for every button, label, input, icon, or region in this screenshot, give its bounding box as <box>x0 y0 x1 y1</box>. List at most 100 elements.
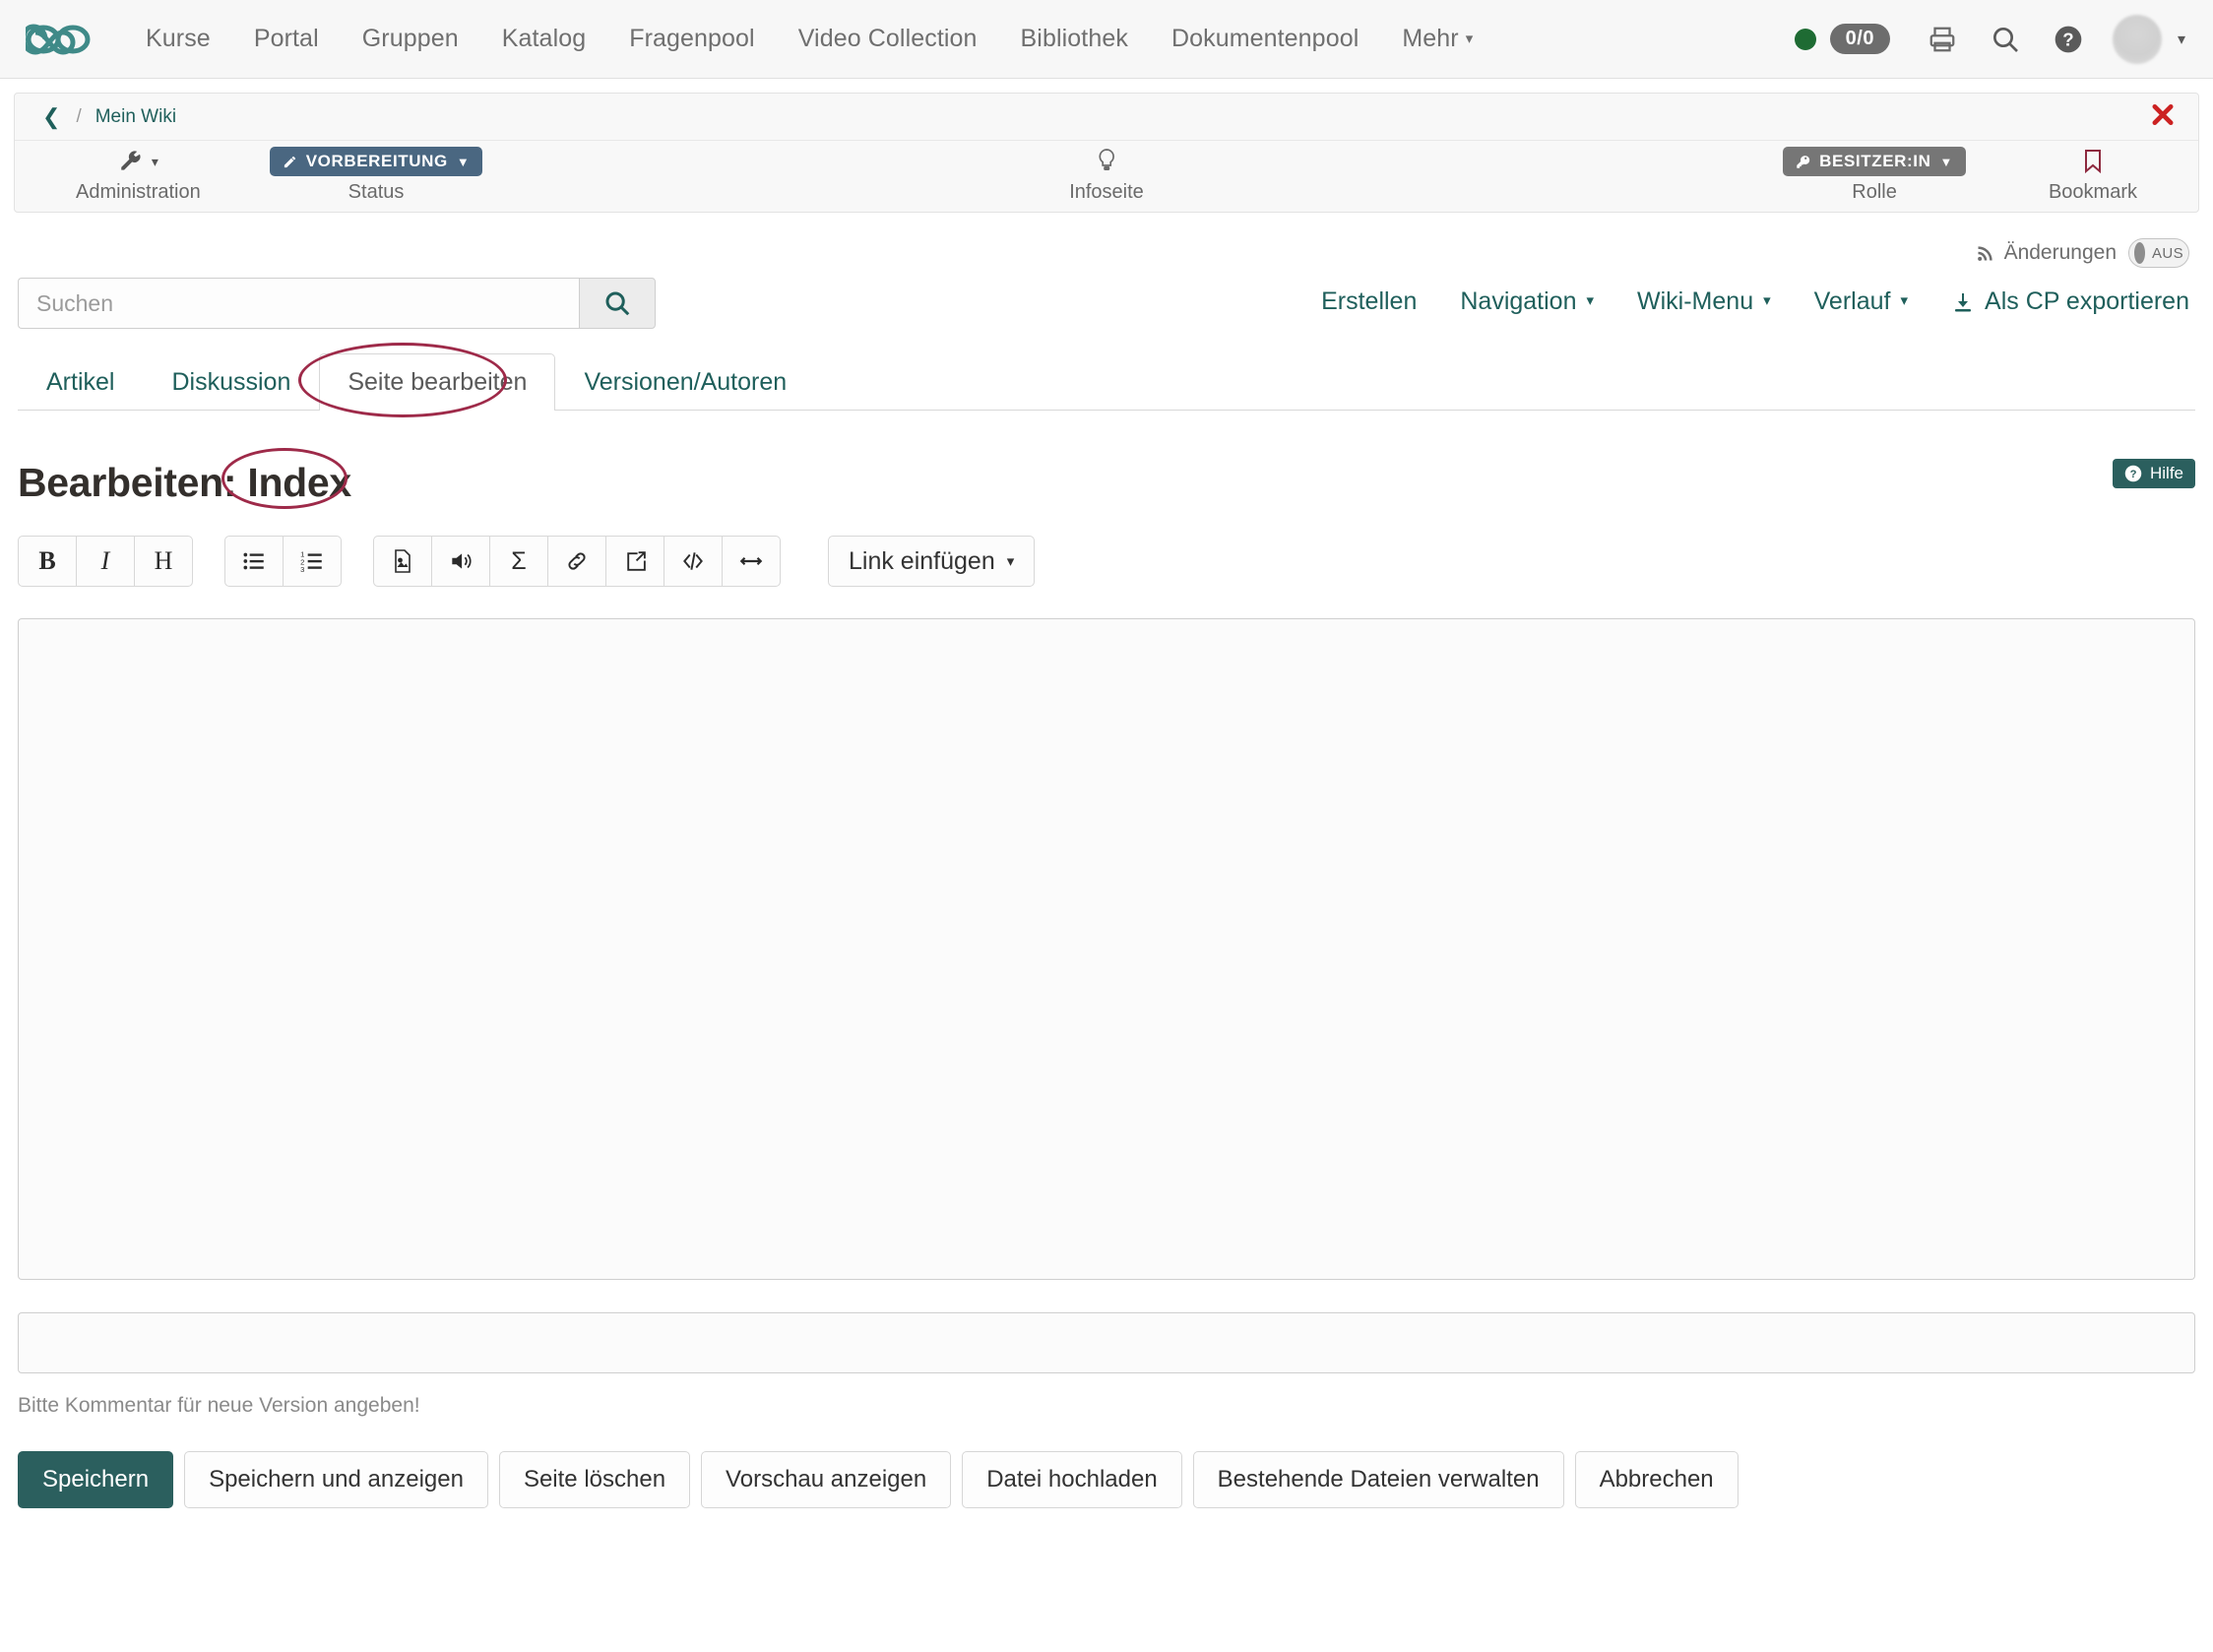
action-navigation[interactable]: Navigation ▾ <box>1438 287 1615 316</box>
help-button[interactable]: ? Hilfe <box>2113 459 2195 488</box>
chevron-down-icon: ▼ <box>457 155 470 169</box>
list-group: 1 2 3 <box>224 536 342 587</box>
changes-subscription-row: Änderungen AUS <box>18 213 2195 278</box>
tab-artikel[interactable]: Artikel <box>18 353 143 411</box>
breadcrumb-separator: / <box>76 106 81 128</box>
svg-text:?: ? <box>2062 29 2073 49</box>
search-icon[interactable] <box>1981 15 2030 64</box>
status-badge[interactable]: VORBEREITUNG ▼ <box>270 147 483 176</box>
changes-toggle[interactable]: AUS <box>2128 238 2189 268</box>
tool-bookmark[interactable]: Bookmark <box>2049 147 2137 204</box>
wiki-content-textarea[interactable] <box>18 618 2195 1280</box>
save-button[interactable]: Speichern <box>18 1451 173 1508</box>
chevron-left-icon[interactable]: ❮ <box>42 104 60 130</box>
page-title: Bearbeiten: Index <box>18 460 351 506</box>
action-erstellen[interactable]: Erstellen <box>1299 287 1438 316</box>
nav-item-kurse[interactable]: Kurse <box>124 25 232 53</box>
insert-formula-button[interactable]: Σ <box>489 536 548 587</box>
nav-item-katalog[interactable]: Katalog <box>480 25 608 53</box>
action-label: Verlauf <box>1814 287 1891 316</box>
bold-button[interactable]: B <box>18 536 77 587</box>
status-badge-wrap: VORBEREITUNG ▼ <box>270 147 483 176</box>
insert-link-button[interactable] <box>547 536 606 587</box>
external-link-button[interactable] <box>605 536 664 587</box>
save-and-show-button[interactable]: Speichern und anzeigen <box>184 1451 488 1508</box>
rss-icon <box>1976 243 1995 263</box>
form-buttons: Speichern Speichern und anzeigen Seite l… <box>18 1451 2195 1548</box>
nav-label: Portal <box>254 25 319 52</box>
italic-button[interactable]: I <box>76 536 135 587</box>
changes-text: Änderungen <box>2004 241 2117 265</box>
breadcrumb-item-mein-wiki[interactable]: Mein Wiki <box>95 106 176 128</box>
chevron-down-icon[interactable]: ▾ <box>2178 30 2185 49</box>
print-icon[interactable] <box>1918 15 1967 64</box>
heading-button[interactable]: H <box>134 536 193 587</box>
delete-page-button[interactable]: Seite löschen <box>499 1451 690 1508</box>
insert-link-dropdown-label: Link einfügen <box>849 547 995 576</box>
toggle-knob <box>2134 242 2145 264</box>
infinity-logo[interactable] <box>22 11 98 68</box>
audio-icon <box>448 548 474 574</box>
download-icon <box>1951 290 1975 314</box>
role-badge-label: BESITZER:IN <box>1819 152 1930 171</box>
search-input[interactable] <box>18 278 579 329</box>
avatar[interactable] <box>2113 15 2162 64</box>
wiki-search <box>18 278 656 329</box>
action-wiki-menu[interactable]: Wiki-Menu ▾ <box>1615 287 1793 316</box>
bookmark-icon <box>2081 147 2105 176</box>
tool-rolle[interactable]: BESITZER:IN ▼ Rolle <box>1783 147 1966 204</box>
status-badge-label: VORBEREITUNG <box>306 152 448 171</box>
search-submit-button[interactable] <box>579 278 656 329</box>
online-status-icon <box>1795 29 1816 50</box>
tab-diskussion[interactable]: Diskussion <box>143 353 319 411</box>
nav-label: Fragenpool <box>629 25 754 52</box>
nav-item-portal[interactable]: Portal <box>232 25 341 53</box>
svg-text:3: 3 <box>300 565 304 574</box>
upload-file-button[interactable]: Datei hochladen <box>962 1451 1181 1508</box>
tab-versionen-autoren[interactable]: Versionen/Autoren <box>555 353 815 411</box>
link-icon <box>564 548 590 574</box>
manage-files-button[interactable]: Bestehende Dateien verwalten <box>1193 1451 1564 1508</box>
insert-audio-button[interactable] <box>431 536 490 587</box>
chevron-down-icon: ▾ <box>1007 552 1015 570</box>
pencil-icon <box>283 155 297 169</box>
chevron-down-icon: ▾ <box>1763 291 1771 309</box>
role-badge[interactable]: BESITZER:IN ▼ <box>1783 147 1966 176</box>
bullet-list-button[interactable] <box>224 536 284 587</box>
insert-image-button[interactable] <box>373 536 432 587</box>
tool-infoseite[interactable]: Infoseite <box>1069 147 1144 204</box>
role-badge-wrap: BESITZER:IN ▼ <box>1783 147 1966 176</box>
changes-label: Änderungen <box>1976 241 2117 265</box>
action-export-cp[interactable]: Als CP exportieren <box>1929 287 2195 316</box>
nav-item-video-collection[interactable]: Video Collection <box>777 25 999 53</box>
insert-link-dropdown[interactable]: Link einfügen ▾ <box>828 536 1035 587</box>
tool-label: Infoseite <box>1069 181 1144 204</box>
tool-status[interactable]: VORBEREITUNG ▼ Status <box>270 147 483 204</box>
nav-label: Kurse <box>146 25 211 52</box>
tab-seite-bearbeiten[interactable]: Seite bearbeiten <box>319 353 555 411</box>
action-verlauf[interactable]: Verlauf ▾ <box>1793 287 1929 316</box>
action-label: Wiki-Menu <box>1637 287 1753 316</box>
tool-administration[interactable]: ▾ Administration <box>76 147 201 204</box>
nav-item-mehr[interactable]: Mehr▾ <box>1380 25 1494 53</box>
mail-count-badge[interactable]: 0/0 <box>1830 24 1890 54</box>
horizontal-rule-button[interactable] <box>722 536 781 587</box>
help-icon[interactable]: ? <box>2044 15 2093 64</box>
preview-button[interactable]: Vorschau anzeigen <box>701 1451 951 1508</box>
nav-item-bibliothek[interactable]: Bibliothek <box>999 25 1150 53</box>
nav-label: Video Collection <box>798 25 978 52</box>
close-icon[interactable] <box>2149 100 2177 133</box>
page-title-text: Bearbeiten: Index <box>18 460 351 505</box>
action-label: Erstellen <box>1321 287 1417 316</box>
cancel-button[interactable]: Abbrechen <box>1575 1451 1739 1508</box>
chevron-down-icon: ▾ <box>152 154 158 170</box>
nav-label: Katalog <box>502 25 587 52</box>
wiki-tabs: Artikel Diskussion Seite bearbeiten Vers… <box>18 352 2195 411</box>
version-comment-input[interactable] <box>18 1312 2195 1373</box>
code-button[interactable] <box>664 536 723 587</box>
main-content: Änderungen AUS Erstellen Navigation ▾ <box>0 213 2213 1548</box>
nav-item-gruppen[interactable]: Gruppen <box>341 25 480 53</box>
nav-item-dokumentenpool[interactable]: Dokumentenpool <box>1150 25 1380 53</box>
nav-item-fragenpool[interactable]: Fragenpool <box>607 25 776 53</box>
numbered-list-button[interactable]: 1 2 3 <box>283 536 342 587</box>
